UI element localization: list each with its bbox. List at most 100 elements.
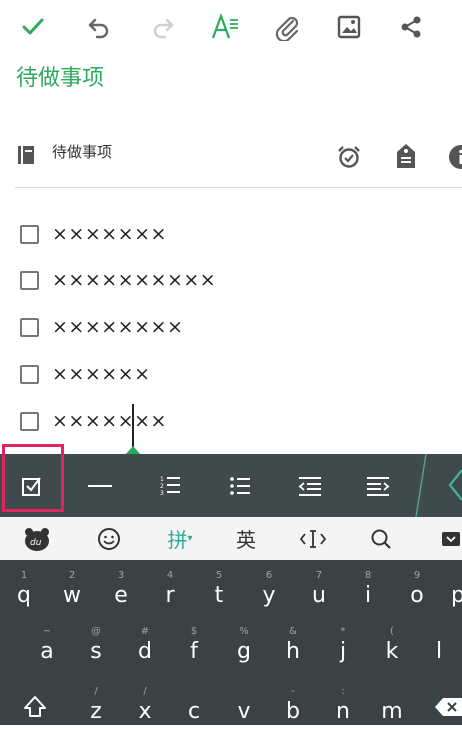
shift-icon <box>22 694 48 720</box>
info-icon[interactable] <box>448 144 462 170</box>
key-sub: $ <box>171 626 217 637</box>
key-c[interactable]: c <box>171 678 217 730</box>
key-t[interactable]: 5t <box>196 562 242 614</box>
todo-text[interactable]: ×××××××× <box>52 316 183 338</box>
image-icon[interactable] <box>332 10 366 44</box>
key-d[interactable]: #d <box>122 618 168 670</box>
key-sub: - <box>270 686 316 697</box>
key-label: l <box>416 639 462 664</box>
key-label: c <box>171 699 217 724</box>
todo-item[interactable]: ×××××× <box>20 361 151 387</box>
cursor-control-icon[interactable] <box>298 517 328 560</box>
key-label: a <box>24 639 70 664</box>
key-sub: 3 <box>98 570 144 581</box>
todo-text[interactable]: ×××××××××× <box>52 269 216 291</box>
key-v[interactable]: v <box>221 678 267 730</box>
outdent-icon[interactable] <box>280 454 340 517</box>
todo-checkbox[interactable] <box>20 412 39 431</box>
svg-text:du: du <box>30 538 42 548</box>
english-mode-button[interactable]: 英 <box>226 517 266 560</box>
collapse-keyboard-icon[interactable] <box>440 517 462 560</box>
key-sub: % <box>221 626 267 637</box>
horizontal-rule-icon[interactable] <box>70 454 130 517</box>
notebook-icon[interactable] <box>16 144 38 166</box>
key-label: w <box>49 583 95 608</box>
key-f[interactable]: $f <box>171 618 217 670</box>
bullet-list-icon[interactable] <box>210 454 270 517</box>
key-k[interactable]: (k <box>369 618 415 670</box>
indent-icon[interactable] <box>348 454 408 517</box>
key-m[interactable]: m <box>369 678 415 730</box>
todo-item[interactable]: ××××××× <box>20 221 167 247</box>
keyboard-toolbar: du 拼▾ 英 <box>0 517 462 560</box>
search-icon[interactable] <box>366 517 396 560</box>
check-icon[interactable] <box>16 10 50 44</box>
key-label: p <box>451 583 462 608</box>
key-sub: 1 <box>1 570 47 581</box>
key-label: f <box>171 639 217 664</box>
notebook-name[interactable]: 待做事项 <box>52 141 112 162</box>
alarm-check-icon[interactable] <box>336 144 362 170</box>
redo-icon[interactable] <box>146 10 180 44</box>
key-a[interactable]: ~a <box>24 618 70 670</box>
header-divider <box>15 187 462 188</box>
more-formats-button[interactable] <box>412 454 462 517</box>
undo-icon[interactable] <box>82 10 116 44</box>
todo-text[interactable]: ××××××× <box>52 223 167 245</box>
key-sub: @ <box>73 626 119 637</box>
todo-text[interactable]: ××××××× <box>52 410 167 432</box>
dropdown-caret-icon: ▾ <box>187 533 192 544</box>
todo-checkbox[interactable] <box>20 365 39 384</box>
keyboard-logo-icon[interactable]: du <box>20 517 54 560</box>
key-label: i <box>345 583 391 608</box>
key-n[interactable]: :n <box>320 678 366 730</box>
key-i[interactable]: 8i <box>345 562 391 614</box>
key-z[interactable]: /z <box>73 678 119 730</box>
key-sub: 5 <box>196 570 242 581</box>
key-label: e <box>98 583 144 608</box>
key-x[interactable]: /x <box>122 678 168 730</box>
text-format-icon[interactable] <box>208 10 242 44</box>
key-j[interactable]: *j <box>320 618 366 670</box>
key-label: o <box>394 583 440 608</box>
share-icon[interactable] <box>394 10 428 44</box>
key-label: u <box>296 583 342 608</box>
todo-checkbox[interactable] <box>20 318 39 337</box>
key-sub: 9 <box>394 570 440 581</box>
key-label: h <box>270 639 316 664</box>
key-p[interactable]: p <box>443 562 462 614</box>
todo-text[interactable]: ×××××× <box>52 363 151 385</box>
note-title[interactable]: 待做事项 <box>16 60 104 92</box>
key-sub: 4 <box>147 570 193 581</box>
todo-checkbox[interactable] <box>20 225 39 244</box>
key-u[interactable]: 7u <box>296 562 342 614</box>
key-label: r <box>147 583 193 608</box>
key-e[interactable]: 3e <box>98 562 144 614</box>
key-s[interactable]: @s <box>73 618 119 670</box>
key-r[interactable]: 4r <box>147 562 193 614</box>
shift-key[interactable] <box>12 678 58 730</box>
key-h[interactable]: &h <box>270 618 316 670</box>
key-sub: ( <box>369 626 415 637</box>
pinyin-mode-button[interactable]: 拼▾ <box>160 517 200 560</box>
todo-item[interactable]: ×××××××××× <box>20 267 216 293</box>
attachment-icon[interactable] <box>270 10 304 44</box>
key-l[interactable]: l <box>416 618 462 670</box>
numbered-list-icon[interactable]: 123 <box>140 454 200 517</box>
key-sub: # <box>122 626 168 637</box>
tag-icon[interactable] <box>394 142 418 170</box>
todo-item[interactable]: ×××××××× <box>20 314 183 340</box>
key-g[interactable]: %g <box>221 618 267 670</box>
key-sub: * <box>320 626 366 637</box>
todo-checkbox[interactable] <box>20 271 39 290</box>
svg-text:1: 1 <box>160 476 164 483</box>
key-o[interactable]: 9o <box>394 562 440 614</box>
todo-item[interactable]: ××××××× <box>20 408 167 434</box>
backspace-key[interactable] <box>430 678 462 730</box>
key-w[interactable]: 2w <box>49 562 95 614</box>
key-y[interactable]: 6y <box>246 562 292 614</box>
key-b[interactable]: -b <box>270 678 316 730</box>
emoji-icon[interactable] <box>94 517 124 560</box>
key-q[interactable]: 1q <box>1 562 47 614</box>
svg-text:2: 2 <box>160 483 164 490</box>
